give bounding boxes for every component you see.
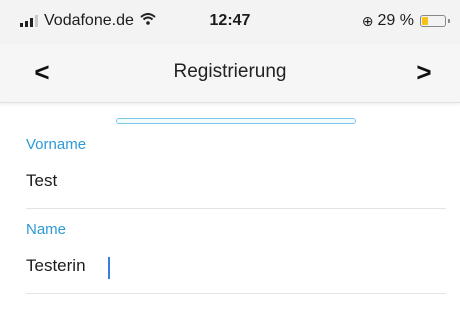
text-cursor [108, 257, 110, 279]
registration-form: Vorname Name [26, 132, 446, 302]
first-name-field: Vorname [26, 132, 446, 209]
battery-icon [420, 15, 450, 27]
battery-fill [422, 17, 428, 25]
first-name-input[interactable] [26, 164, 446, 198]
last-name-field: Name [26, 217, 446, 294]
status-right: ⊕ 29 % [361, 12, 450, 30]
orientation-lock-icon: ⊕ [361, 12, 374, 29]
first-name-label: Vorname [26, 136, 87, 153]
battery-percent: 29 % [377, 12, 414, 29]
nav-bar: < Registrierung > [0, 44, 460, 103]
forward-button[interactable]: > [408, 56, 440, 88]
last-name-label: Name [26, 221, 67, 238]
page-title: Registrierung [173, 61, 287, 82]
status-bar: Vodafone.de 12:47 ⊕ 29 % [0, 0, 460, 44]
last-name-input[interactable] [26, 249, 446, 283]
progress-indicator [116, 118, 356, 124]
